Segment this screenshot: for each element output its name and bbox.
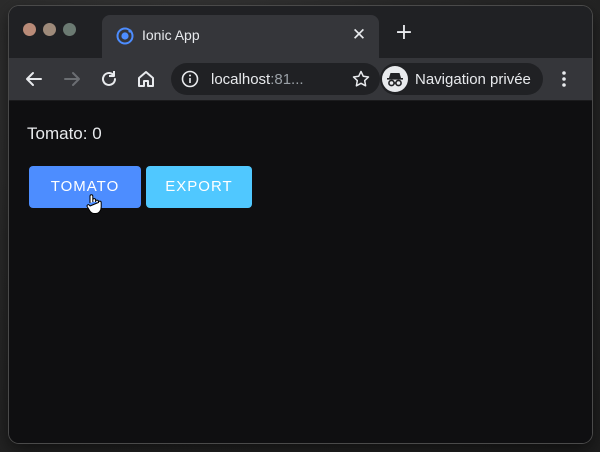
export-button[interactable]: Export xyxy=(146,166,252,208)
tab-ionic-app[interactable]: Ionic App ✕ xyxy=(102,15,379,58)
close-window-button[interactable] xyxy=(23,23,36,36)
url-host: localhost xyxy=(211,71,271,88)
forward-arrow-icon[interactable] xyxy=(61,68,83,90)
page-content: Tomato: 0 Tomato Export xyxy=(9,101,592,443)
incognito-label: Navigation privée xyxy=(415,71,531,88)
zoom-window-button[interactable] xyxy=(63,23,76,36)
reload-icon[interactable] xyxy=(98,68,120,90)
star-icon[interactable] xyxy=(351,69,371,89)
url-text[interactable]: localhost:81... xyxy=(211,71,304,88)
browser-toolbar: localhost:81... Navigation privée xyxy=(9,58,592,101)
minimize-window-button[interactable] xyxy=(43,23,56,36)
home-icon[interactable] xyxy=(135,68,157,90)
close-tab-icon[interactable]: ✕ xyxy=(349,25,369,45)
tab-title: Ionic App xyxy=(142,27,200,43)
incognito-profile-button[interactable]: Navigation privée xyxy=(380,63,543,95)
browser-window: Ionic App ✕ + localhost:81... Navigation… xyxy=(9,6,592,443)
more-vert-icon[interactable] xyxy=(555,68,573,90)
back-arrow-icon[interactable] xyxy=(23,68,45,90)
title-bar: Ionic App ✕ + xyxy=(9,6,592,58)
tomato-counter: Tomato: 0 xyxy=(27,124,102,143)
url-rest: :81... xyxy=(270,71,304,88)
hand-pointer-icon xyxy=(85,193,103,215)
info-icon[interactable] xyxy=(181,70,199,88)
address-bar[interactable]: localhost:81... xyxy=(171,63,380,95)
ionic-favicon-icon xyxy=(116,27,134,45)
incognito-icon xyxy=(382,66,408,92)
new-tab-button[interactable]: + xyxy=(393,22,415,45)
